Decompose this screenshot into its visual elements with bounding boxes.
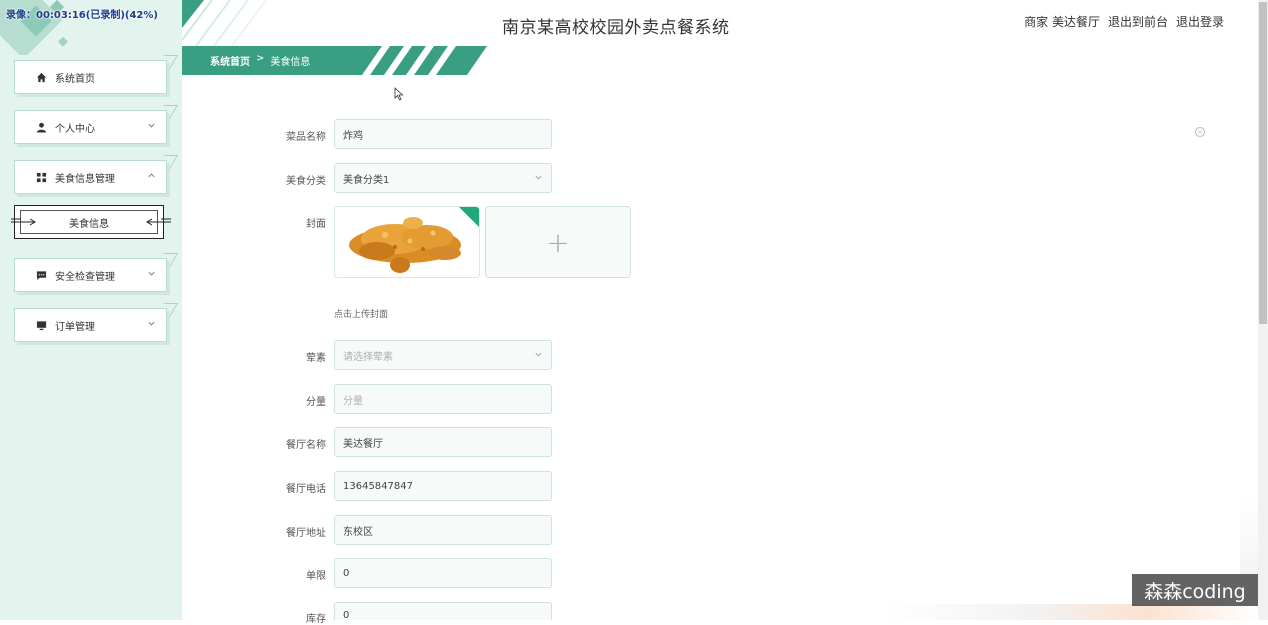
cover-image-thumbnail[interactable] — [334, 206, 480, 278]
logout-link[interactable]: 退出登录 — [1176, 13, 1224, 30]
stock-label: 库存 — [306, 614, 326, 625]
sidebar-item-orders[interactable]: 订单管理 — [14, 303, 179, 342]
sidebar-item-safety-check[interactable]: 安全检查管理 — [14, 253, 179, 292]
chevron-down-icon — [147, 121, 156, 133]
overlay-fade — [886, 604, 1258, 620]
chevron-down-icon — [147, 269, 156, 281]
header-stripes-decoration — [182, 0, 267, 46]
chevron-up-icon — [147, 171, 156, 183]
category-label: 美食分类 — [286, 176, 326, 187]
sidebar-item-home[interactable]: 系统首页 — [14, 55, 179, 94]
corner-decoration — [155, 155, 179, 169]
overlay-fade — [1240, 495, 1258, 575]
limit-label: 单限 — [306, 571, 326, 582]
top-header: 南京某高校校园外卖点餐系统 商家 美达餐厅 退出到前台 退出登录 — [182, 0, 1258, 46]
restaurant-phone-input[interactable]: 13645847847 — [334, 471, 552, 501]
chevron-down-icon — [147, 319, 156, 331]
corner-decoration — [155, 105, 179, 119]
portion-input[interactable]: 分量 — [334, 384, 552, 414]
arrow-left-icon — [11, 217, 37, 230]
stock-input[interactable]: 0 — [334, 602, 552, 621]
mouse-cursor-icon — [394, 87, 404, 101]
portion-label: 分量 — [306, 397, 326, 408]
category-selected-value: 美食分类1 — [343, 174, 390, 186]
breadcrumb-current: 美食信息 — [270, 57, 311, 68]
grid-icon — [35, 171, 47, 183]
restaurant-address-input[interactable]: 东校区 — [334, 515, 552, 545]
category-select[interactable]: 美食分类1 — [334, 163, 552, 193]
home-icon — [35, 71, 47, 83]
merchant-name: 商家 美达餐厅 — [1024, 15, 1100, 29]
watermark: 森森coding — [1132, 574, 1258, 606]
cover-corner-tag — [459, 207, 479, 227]
user-icon — [35, 121, 47, 133]
corner-decoration — [155, 253, 179, 267]
dish-name-label: 菜品名称 — [286, 132, 326, 143]
sidebar-subitem-food-info[interactable]: 美食信息 — [11, 205, 171, 239]
restaurant-name-label: 餐厅名称 — [286, 440, 326, 451]
corner-decoration — [155, 55, 179, 69]
chevron-down-icon — [534, 173, 543, 185]
sidebar-item-food-management[interactable]: 美食信息管理 — [14, 155, 179, 194]
sidebar: 录像：00:03:16(已录制)(42%) 系统首页 个人中心 美食信息管理 美… — [0, 0, 182, 620]
meat-veg-label: 荤素 — [306, 353, 326, 364]
sidebar-subitem-label: 美食信息 — [69, 218, 109, 230]
breadcrumb-separator: > — [256, 53, 265, 64]
sidebar-item-label: 系统首页 — [55, 73, 95, 85]
recording-badge: 录像：00:03:16(已录制)(42%) — [6, 10, 158, 21]
restaurant-name-input[interactable]: 美达餐厅 — [334, 427, 552, 457]
arrow-right-icon — [145, 217, 171, 230]
sidebar-item-label: 订单管理 — [55, 321, 95, 333]
exit-to-front-link[interactable]: 退出到前台 — [1108, 13, 1168, 30]
restaurant-address-label: 餐厅地址 — [286, 528, 326, 539]
upload-cover-hint: 点击上传封面 — [334, 310, 389, 320]
scrollbar-thumb[interactable] — [1259, 2, 1267, 324]
restaurant-phone-label: 餐厅电话 — [286, 484, 326, 495]
page-title: 南京某高校校园外卖点餐系统 — [502, 18, 730, 38]
sidebar-item-profile[interactable]: 个人中心 — [14, 105, 179, 144]
chevron-down-icon — [534, 350, 543, 362]
breadcrumb-home[interactable]: 系统首页 — [210, 53, 250, 68]
sidebar-item-label: 美食信息管理 — [55, 173, 115, 185]
breadcrumb: 系统首页 > 美食信息 — [210, 53, 310, 68]
cover-label: 封面 — [306, 219, 326, 230]
sidebar-item-label: 个人中心 — [55, 123, 95, 135]
clear-circle-icon[interactable]: × — [1195, 127, 1205, 137]
meat-veg-select[interactable]: 请选择荤素 — [334, 340, 552, 370]
meat-veg-placeholder: 请选择荤素 — [343, 351, 393, 363]
sidebar-item-label: 安全检查管理 — [55, 271, 115, 283]
limit-input[interactable]: 0 — [334, 558, 552, 588]
dish-name-input[interactable]: 炸鸡 — [334, 119, 552, 149]
header-links: 商家 美达餐厅 退出到前台 退出登录 — [1024, 13, 1224, 30]
upload-cover-button[interactable]: + — [485, 206, 631, 278]
monitor-icon — [35, 319, 47, 331]
chat-icon — [35, 269, 47, 281]
corner-decoration — [155, 303, 179, 317]
